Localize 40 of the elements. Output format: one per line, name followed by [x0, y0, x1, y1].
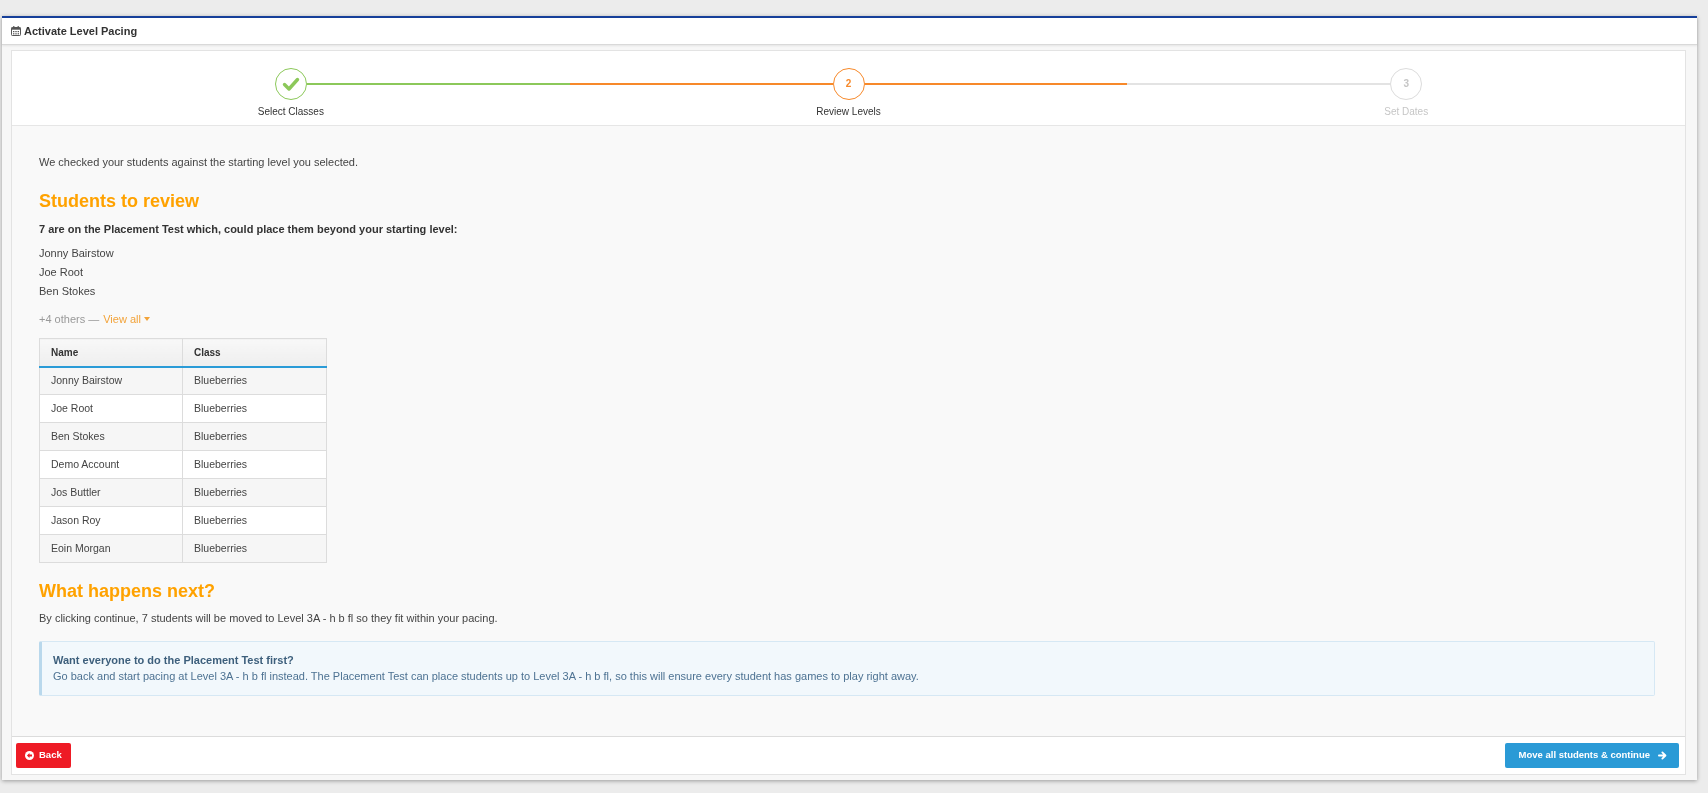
table-cell: Joe Root [39, 394, 183, 423]
callout-title: Want everyone to do the Placement Test first? [53, 653, 295, 668]
student-name: Joe Root [39, 265, 85, 280]
step-label: Review Levels [816, 105, 881, 119]
table-cell: Blueberries [182, 450, 327, 479]
info-text: By clicking continue, 7 students will be moved to Level 3A - h b fl so they fit within your pacing. [39, 611, 499, 626]
section-heading: Students to review [39, 190, 201, 213]
table-cell: Blueberries [182, 534, 327, 563]
step-number: 3 [1390, 68, 1423, 100]
table-cell: Demo Account [39, 450, 183, 479]
caret-icon [143, 317, 150, 321]
table-cell: Blueberries [182, 422, 327, 451]
column-header: Class [182, 338, 327, 367]
step-number: 2 [832, 68, 865, 100]
table-cell: Blueberries [182, 394, 327, 423]
callout-text: Go back and start pacing at Level 3A - h b fl instead. The Placement Test can place students up to Level 3A - h b fl, so this will ensure every student has games to play right away. [53, 669, 920, 684]
table-cell: Blueberries [182, 506, 327, 535]
others-count: +4 others — [39, 312, 100, 327]
table-cell: Jonny Bairstow [39, 366, 183, 395]
view-all-link[interactable]: View all [103, 311, 150, 327]
table-cell: Eoin Morgan [39, 534, 183, 563]
back-arrow-icon [25, 751, 34, 760]
column-header: Name [39, 338, 183, 367]
intro-text: We checked your students against the starting level you selected. [39, 155, 359, 170]
section-heading: What happens next? [39, 580, 216, 603]
panel-title: Activate Level Pacing [24, 23, 138, 39]
table-cell: Blueberries [182, 478, 327, 507]
step-label: Select Classes [257, 105, 324, 119]
student-name: Jonny Bairstow [39, 246, 115, 261]
arrow-right-icon [1658, 751, 1667, 760]
step-label: Set Dates [1384, 105, 1429, 119]
table-cell: Jos Buttler [39, 478, 183, 507]
table-cell: Ben Stokes [39, 422, 183, 451]
summary-text: 7 are on the Placement Test which, could place them beyond your starting level: [39, 222, 459, 237]
student-name: Ben Stokes [39, 284, 97, 299]
back-button[interactable]: Back [16, 743, 71, 768]
continue-button[interactable]: Move all students & continue [1504, 743, 1679, 768]
table-cell: Jason Roy [39, 506, 183, 535]
calendar-icon [11, 26, 21, 36]
table-cell: Blueberries [182, 366, 327, 395]
